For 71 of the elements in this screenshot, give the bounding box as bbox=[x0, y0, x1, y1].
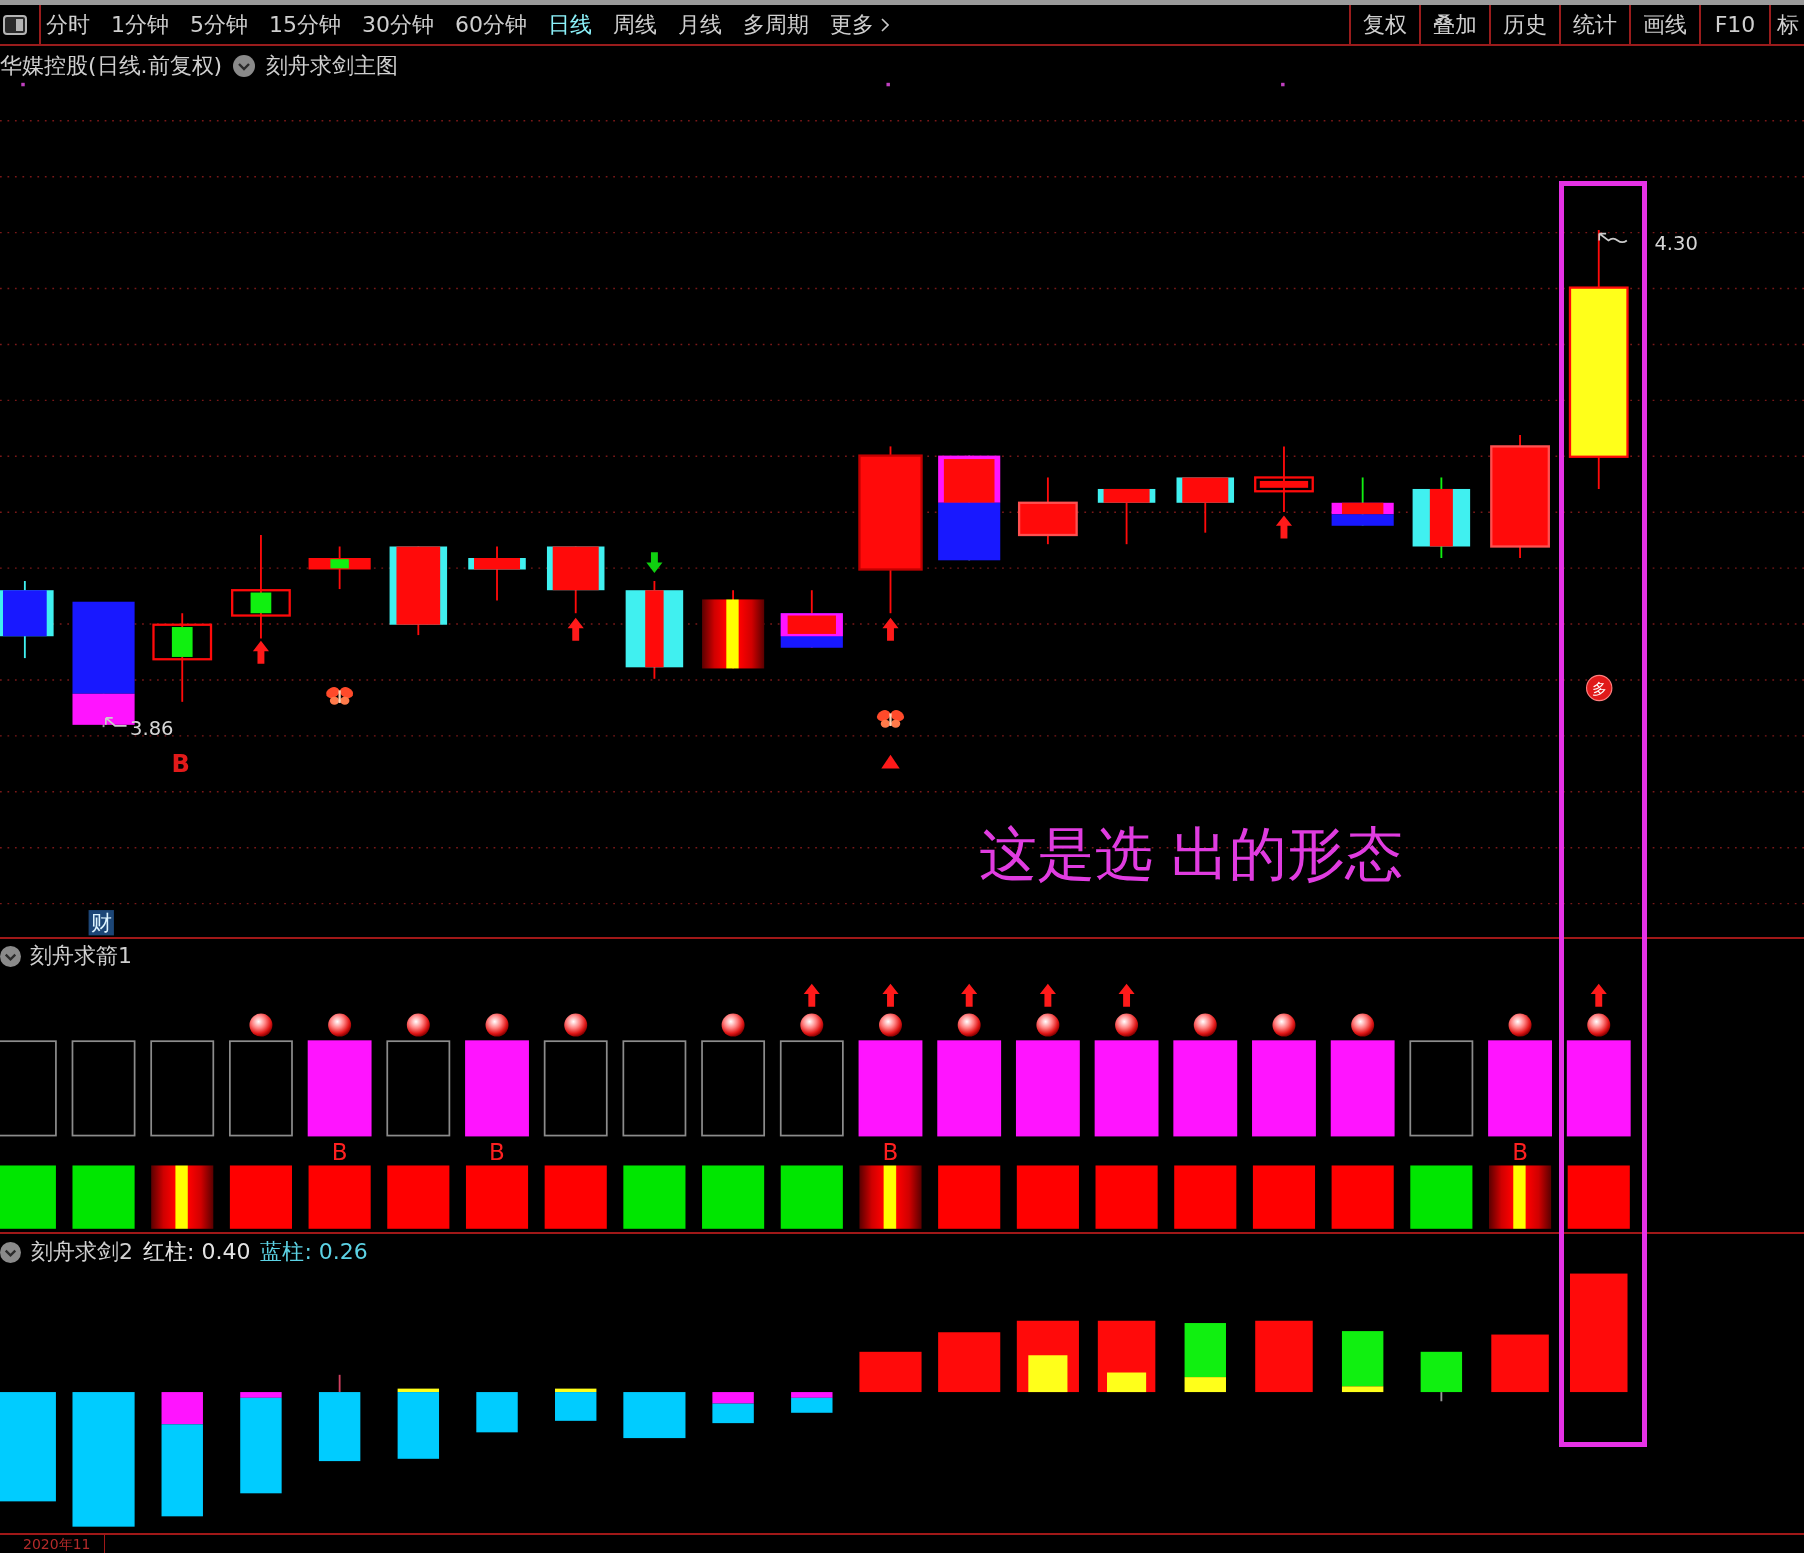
indicator-name: 刻舟求剑主图 bbox=[266, 53, 399, 79]
histogram-bar bbox=[623, 1392, 686, 1439]
arrow-up-icon bbox=[252, 640, 269, 664]
toolbar-button[interactable]: 历史 bbox=[1489, 5, 1559, 44]
candlestick bbox=[1254, 445, 1314, 513]
arrow-up-icon bbox=[567, 617, 584, 641]
indicator-reading: 蓝柱: 0.26 bbox=[260, 1239, 368, 1265]
candlestick bbox=[546, 545, 605, 615]
toolbar-button[interactable]: 画线 bbox=[1629, 5, 1699, 44]
indicator-reading: 红柱: 0.40 bbox=[143, 1239, 251, 1265]
period-tab[interactable]: 分时 bbox=[46, 13, 90, 36]
histogram-bar bbox=[712, 1392, 754, 1424]
histogram-bar bbox=[1420, 1351, 1463, 1403]
histogram-bar bbox=[397, 1388, 440, 1459]
period-tab[interactable]: 多周期 bbox=[743, 13, 809, 36]
candlestick bbox=[1097, 488, 1156, 546]
histogram-bar bbox=[791, 1392, 833, 1413]
date-axis-label: 2020年11 bbox=[23, 1535, 91, 1553]
toolbar-button[interactable]: 复权 bbox=[1349, 5, 1419, 44]
period-tab[interactable]: 15分钟 bbox=[269, 13, 341, 36]
pointer-arrow-icon bbox=[105, 717, 128, 727]
histogram-bar bbox=[476, 1392, 518, 1433]
candlestick bbox=[1176, 477, 1235, 534]
toolbar-button[interactable]: F10 bbox=[1699, 5, 1769, 44]
period-tab[interactable]: 1分钟 bbox=[111, 13, 169, 36]
toolbar-button[interactable]: 标 bbox=[1769, 5, 1804, 44]
triangle-icon bbox=[881, 754, 900, 769]
pointer-arrow-icon bbox=[1598, 232, 1628, 244]
toolbar-button[interactable]: 叠加 bbox=[1419, 5, 1489, 44]
panel-toggle-icon[interactable] bbox=[3, 14, 27, 35]
toolbar-button[interactable]: 统计 bbox=[1559, 5, 1629, 44]
arrow-up-icon bbox=[1275, 515, 1292, 539]
candlestick bbox=[468, 545, 526, 602]
annotation-text: 这是选 出的形态 bbox=[979, 821, 1404, 889]
signal-letter: B bbox=[489, 1138, 505, 1165]
chevron-right-icon bbox=[881, 17, 889, 32]
period-tab[interactable]: 30分钟 bbox=[362, 13, 434, 36]
butterfly-icon bbox=[326, 687, 354, 705]
histogram-bar bbox=[859, 1351, 922, 1393]
butterfly-icon bbox=[876, 710, 904, 728]
signal-badge: 多 bbox=[1585, 674, 1613, 702]
period-tab[interactable]: 日线 bbox=[548, 13, 592, 36]
indicator-name: 刻舟求剑2 bbox=[31, 1239, 133, 1265]
candlestick bbox=[780, 589, 843, 649]
period-tab[interactable]: 月线 bbox=[678, 13, 722, 36]
histogram-bar bbox=[1341, 1331, 1384, 1393]
finance-badge[interactable]: 财 bbox=[88, 910, 114, 936]
indicator-name: 刻舟求箭1 bbox=[30, 943, 132, 969]
circle-chevron-icon[interactable] bbox=[0, 1241, 21, 1263]
circle-chevron-icon[interactable] bbox=[233, 55, 256, 77]
period-tab[interactable]: 周线 bbox=[613, 13, 657, 36]
signal-letter: B bbox=[171, 750, 190, 778]
more-menu-button[interactable]: 更多 bbox=[830, 13, 889, 36]
histogram-bar bbox=[1491, 1334, 1549, 1393]
candlestick bbox=[1331, 476, 1394, 527]
price-label: 3.86 bbox=[130, 717, 174, 741]
arrow-up-icon bbox=[882, 617, 899, 641]
histogram-bar bbox=[555, 1388, 597, 1421]
circle-chevron-icon[interactable] bbox=[0, 945, 21, 967]
candlestick bbox=[1017, 476, 1078, 546]
period-tab[interactable]: 60分钟 bbox=[455, 13, 527, 36]
arrow-down-icon bbox=[646, 552, 663, 573]
signal-letter: B bbox=[331, 1138, 348, 1165]
chart-title: 华媒控股(日线.前复权) bbox=[0, 53, 223, 79]
price-label: 4.30 bbox=[1654, 231, 1698, 255]
histogram-bar bbox=[1184, 1323, 1226, 1393]
period-tab[interactable]: 5分钟 bbox=[190, 13, 248, 36]
candlestick bbox=[308, 545, 371, 590]
signal-letter: B bbox=[882, 1138, 899, 1165]
signal-letter: B bbox=[1512, 1138, 1528, 1165]
histogram-bar bbox=[938, 1332, 1001, 1393]
